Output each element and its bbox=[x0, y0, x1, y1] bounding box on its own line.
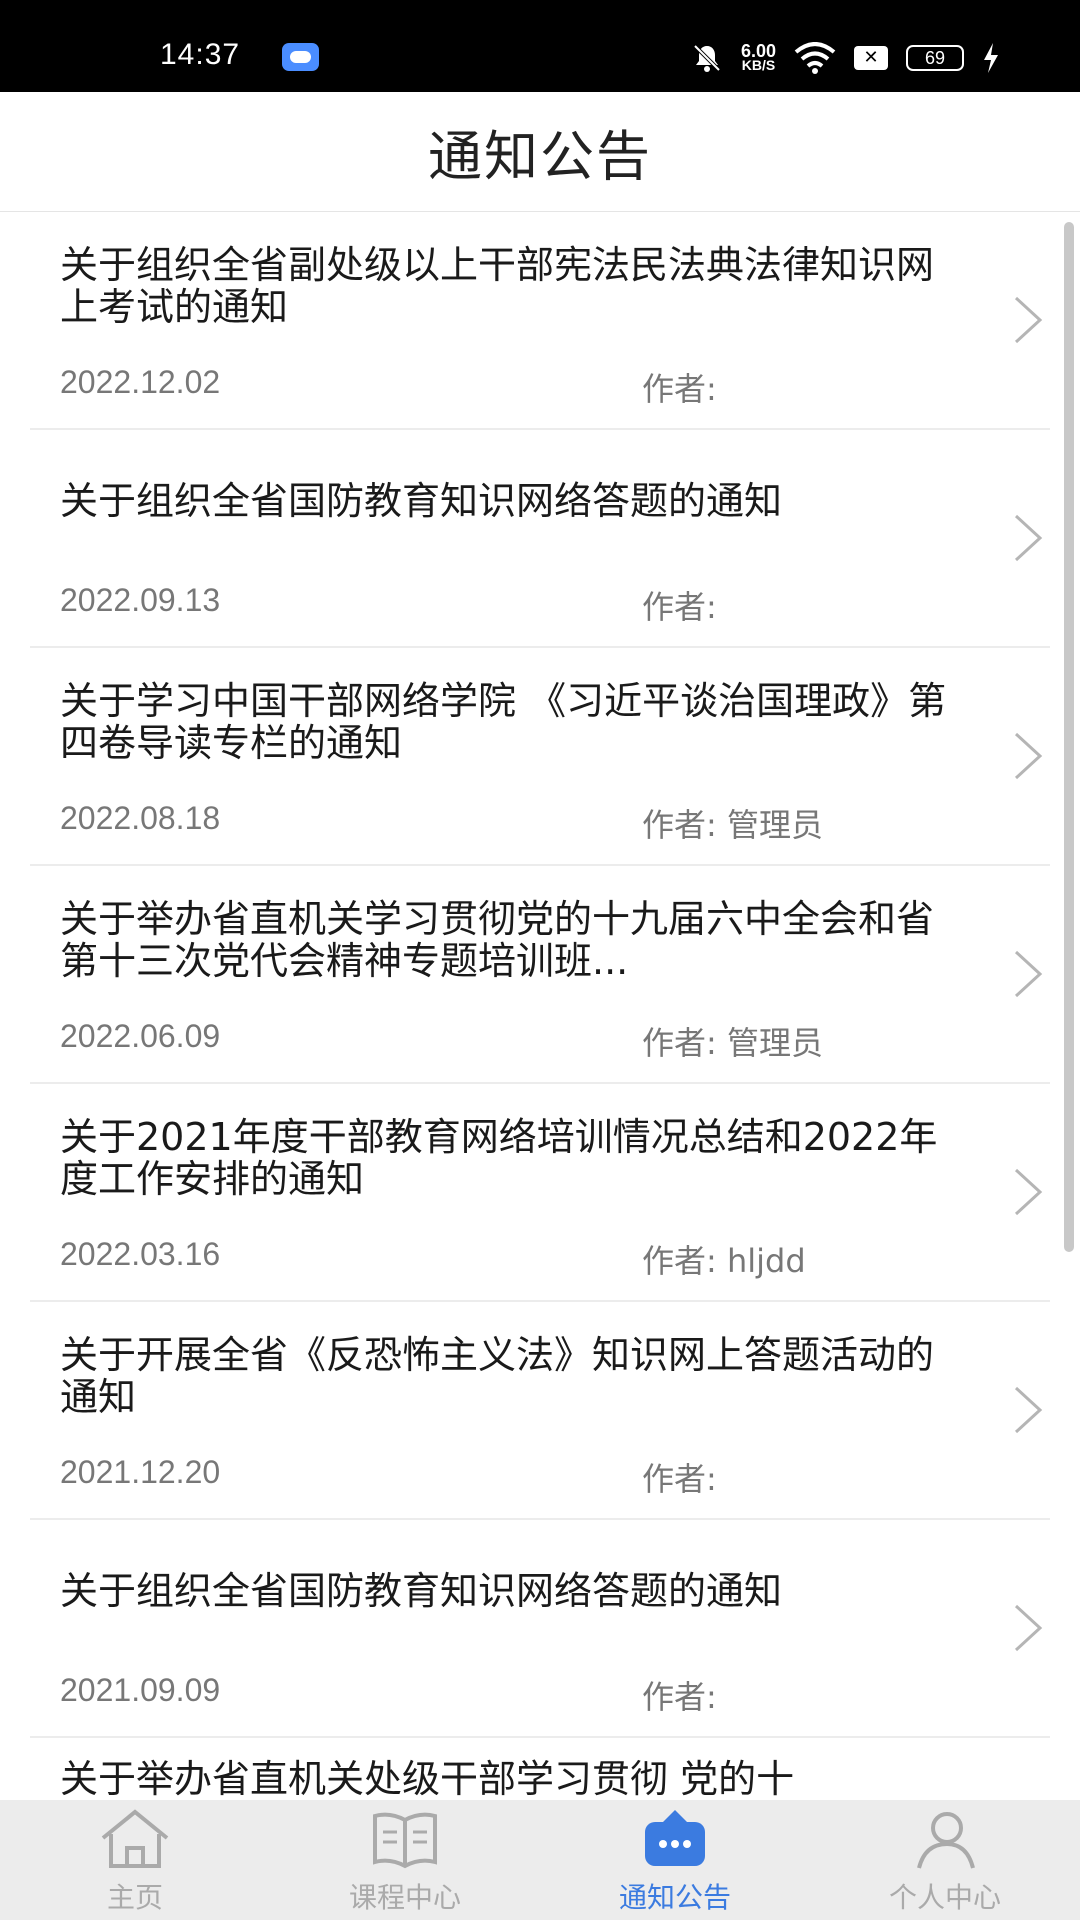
network-speed: 6.00 KB/S bbox=[740, 41, 776, 73]
tab-label: 主页 bbox=[106, 1881, 163, 1914]
notice-item[interactable]: 关于组织全省国防教育知识网络答题的通知 2022.09.13 作者: bbox=[30, 430, 1050, 648]
notice-author: 作者: 管理员 bbox=[642, 806, 823, 844]
notice-title: 关于2021年度干部教育网络培训情况总结和2022年度工作安排的通知 bbox=[60, 1116, 938, 1200]
notice-date: 2022.08.18 bbox=[60, 800, 221, 836]
notice-author: 作者: bbox=[642, 588, 717, 626]
wifi-icon bbox=[794, 42, 836, 74]
notice-list[interactable]: 关于组织全省副处级以上干部宪法民法典法律知识网上考试的通知 2022.12.02… bbox=[0, 212, 1080, 1800]
notice-item[interactable]: 关于开展全省《反恐怖主义法》知识网上答题活动的通知 2021.12.20 作者: bbox=[30, 1302, 1050, 1520]
status-time: 14:37 bbox=[160, 38, 241, 71]
close-box-icon: ✕ bbox=[854, 46, 888, 70]
chevron-right-icon bbox=[1014, 1604, 1043, 1652]
charging-icon bbox=[984, 43, 998, 73]
scrollbar[interactable] bbox=[1064, 222, 1074, 1252]
tab-label: 通知公告 bbox=[618, 1881, 731, 1914]
notice-title: 关于举办省直机关处级干部学习贯彻 党的十 bbox=[60, 1758, 795, 1800]
notice-title: 关于组织全省国防教育知识网络答题的通知 bbox=[60, 480, 783, 522]
book-icon bbox=[373, 1812, 437, 1869]
chevron-right-icon bbox=[1014, 514, 1043, 562]
tab-notices[interactable]: 通知公告 bbox=[540, 1800, 810, 1920]
tab-label: 课程中心 bbox=[348, 1881, 461, 1914]
notice-item[interactable]: 关于组织全省国防教育知识网络答题的通知 2021.09.09 作者: bbox=[30, 1520, 1050, 1738]
notice-item[interactable]: 关于组织全省副处级以上干部宪法民法典法律知识网上考试的通知 2022.12.02… bbox=[30, 212, 1050, 430]
notice-date: 2022.03.16 bbox=[60, 1236, 221, 1272]
user-icon bbox=[917, 1812, 975, 1869]
page-header: 通知公告 bbox=[0, 92, 1080, 212]
notice-item[interactable]: 关于学习中国干部网络学院 《习近平谈治国理政》第四卷导读专栏的通知 2022.0… bbox=[30, 648, 1050, 866]
tab-label: 个人中心 bbox=[888, 1881, 1001, 1914]
notice-author: 作者: 管理员 bbox=[642, 1024, 823, 1062]
notice-author: 作者: bbox=[642, 1678, 717, 1716]
home-icon bbox=[101, 1809, 169, 1868]
notice-date: 2022.12.02 bbox=[60, 364, 221, 400]
notice-title: 关于学习中国干部网络学院 《习近平谈治国理政》第四卷导读专栏的通知 bbox=[60, 680, 947, 764]
notice-title: 关于开展全省《反恐怖主义法》知识网上答题活动的通知 bbox=[60, 1334, 935, 1418]
notice-date: 2022.06.09 bbox=[60, 1018, 221, 1054]
notice-title: 关于组织全省国防教育知识网络答题的通知 bbox=[60, 1570, 783, 1612]
notice-item[interactable]: 关于2021年度干部教育网络培训情况总结和2022年度工作安排的通知 2022.… bbox=[30, 1084, 1050, 1302]
notice-item[interactable]: 关于举办省直机关处级干部学习贯彻 党的十 bbox=[30, 1738, 1050, 1800]
bottom-tab-bar: 主页 课程中心 通知公告 个人中心 bbox=[0, 1800, 1080, 1920]
tab-home[interactable]: 主页 bbox=[0, 1800, 270, 1920]
notice-author: 作者: bbox=[642, 370, 717, 408]
tab-courses[interactable]: 课程中心 bbox=[270, 1800, 540, 1920]
notice-item[interactable]: 关于举办省直机关学习贯彻党的十九届六中全会和省第十三次党代会精神专题培训班...… bbox=[30, 866, 1050, 1084]
notice-title: 关于举办省直机关学习贯彻党的十九届六中全会和省第十三次党代会精神专题培训班... bbox=[60, 898, 935, 982]
tab-profile[interactable]: 个人中心 bbox=[810, 1800, 1080, 1920]
chevron-right-icon bbox=[1014, 950, 1043, 998]
notice-author: 作者: bbox=[642, 1460, 717, 1498]
chevron-right-icon bbox=[1014, 1386, 1043, 1434]
chevron-right-icon bbox=[1014, 296, 1043, 344]
notice-date: 2021.09.09 bbox=[60, 1672, 221, 1708]
notice-date: 2021.12.20 bbox=[60, 1454, 221, 1490]
battery-indicator: 69 bbox=[906, 45, 964, 71]
notice-author: 作者: hljdd bbox=[642, 1242, 806, 1280]
mute-bell-icon bbox=[693, 44, 721, 72]
chevron-right-icon bbox=[1014, 1168, 1043, 1216]
chevron-right-icon bbox=[1014, 732, 1043, 780]
notice-date: 2022.09.13 bbox=[60, 582, 221, 618]
notice-title: 关于组织全省副处级以上干部宪法民法典法律知识网上考试的通知 bbox=[60, 244, 935, 328]
status-indicators: 6.00 KB/S ✕ 69 bbox=[691, 38, 1000, 78]
notice-box-icon bbox=[645, 1810, 705, 1866]
page-title: 通知公告 bbox=[428, 125, 652, 188]
status-bar: 14:37 6.00 KB/S ✕ 69 bbox=[0, 0, 1080, 92]
cloud-app-icon bbox=[282, 43, 319, 71]
